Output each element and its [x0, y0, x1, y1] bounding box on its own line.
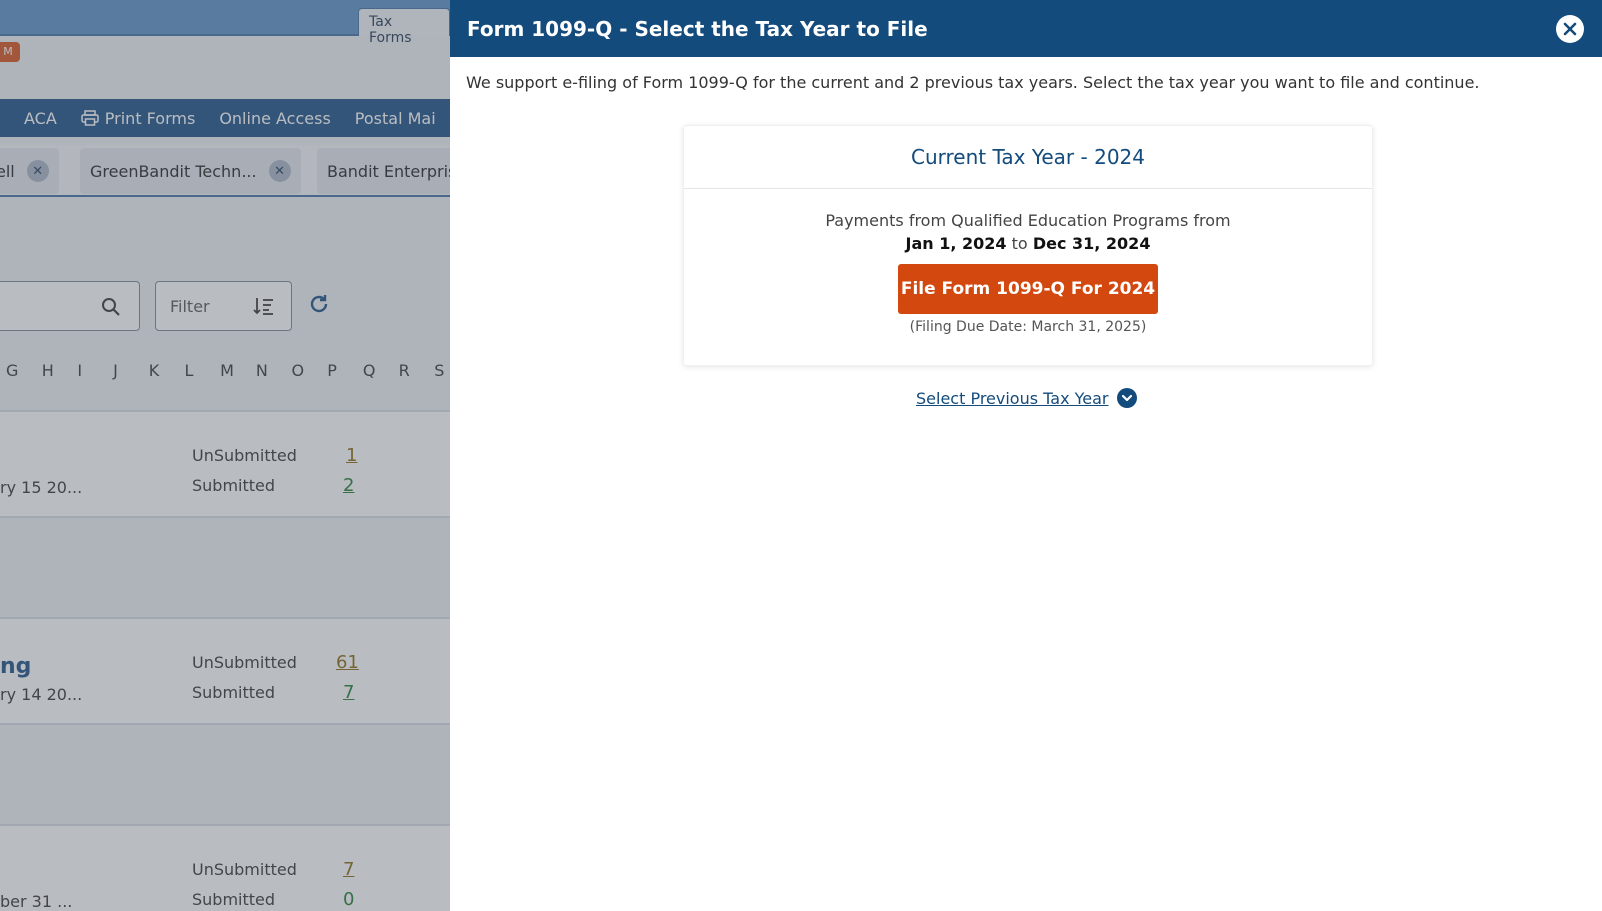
period-dates: Jan 1, 2024 to Dec 31, 2024	[684, 232, 1372, 255]
close-icon[interactable]	[1563, 22, 1577, 36]
close-button[interactable]	[1556, 14, 1584, 43]
card-body: Payments from Qualified Education Progra…	[684, 189, 1372, 335]
file-form-button[interactable]: File Form 1099-Q For 2024	[898, 264, 1158, 314]
select-previous-tax-year-link[interactable]: Select Previous Tax Year	[916, 388, 1137, 408]
previous-year-label: Select Previous Tax Year	[916, 388, 1109, 408]
background-app: Tax Forms M ACA Print Forms Online Acces…	[0, 0, 450, 911]
tax-year-panel: Form 1099-Q - Select the Tax Year to Fil…	[450, 0, 1602, 911]
intro-text: We support e-filing of Form 1099-Q for t…	[466, 73, 1480, 92]
chevron-down-icon	[1116, 388, 1137, 408]
modal-backdrop[interactable]	[0, 0, 450, 911]
filing-due-date: (Filing Due Date: March 31, 2025)	[909, 319, 1147, 335]
period-description: Payments from Qualified Education Progra…	[825, 211, 1231, 230]
end-date: Dec 31, 2024	[1032, 234, 1151, 253]
to-word: to	[1011, 234, 1028, 253]
start-date: Jan 1, 2024	[905, 234, 1007, 253]
card-title: Current Tax Year - 2024	[684, 126, 1372, 189]
current-tax-year-card: Current Tax Year - 2024 Payments from Qu…	[683, 125, 1373, 366]
panel-header: Form 1099-Q - Select the Tax Year to Fil…	[450, 0, 1602, 57]
panel-title: Form 1099-Q - Select the Tax Year to Fil…	[467, 16, 928, 41]
